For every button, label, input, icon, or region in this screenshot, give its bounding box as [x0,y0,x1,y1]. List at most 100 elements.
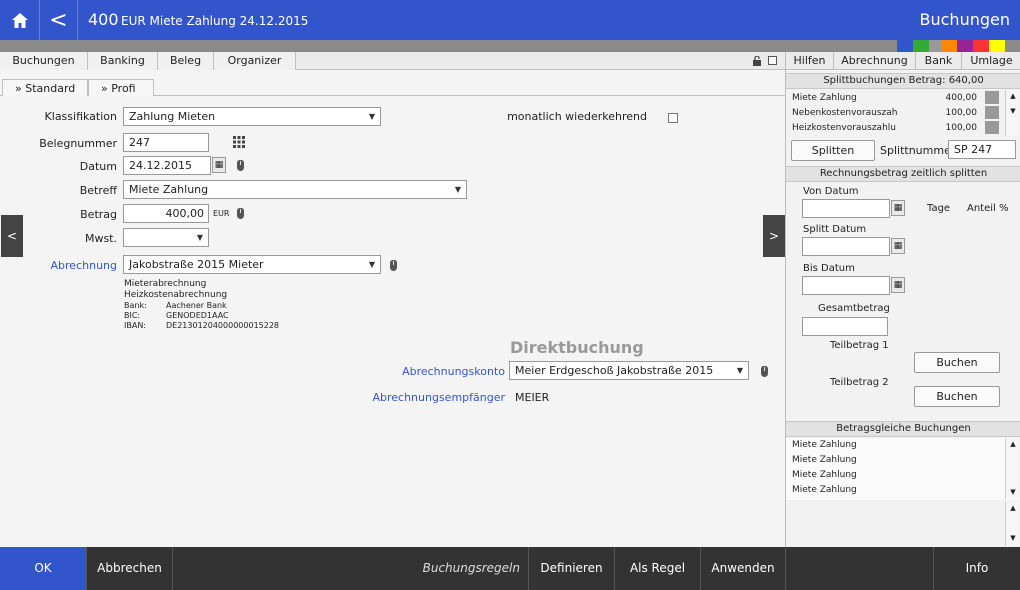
betreff-combobox[interactable]: Miete Zahlung ▼ [123,180,467,199]
calendar-icon[interactable]: ▦ [891,200,905,216]
split-row-amount: 100,00 [945,108,978,118]
gesamtbetrag-input[interactable] [802,317,888,336]
betrag-currency: EUR [213,209,230,218]
color-swatch-orange[interactable] [941,40,957,52]
chevron-down-icon: ▼ [736,366,744,375]
calendar-icon[interactable]: ▦ [891,277,905,293]
chevron-down-icon: ▼ [368,260,376,269]
list-item[interactable]: Miete Zahlung [792,438,857,453]
split-row[interactable]: Miete Zahlung 400,00 [792,91,977,105]
side-tabs: Hilfen Abrechnung Bank Umlage [786,52,1020,70]
split-scrollbar[interactable]: ▲ ▼ [1005,90,1019,136]
als-regel-button[interactable]: Als Regel [615,547,701,590]
abrechnung-link[interactable]: Abrechnung [10,259,117,272]
subtab-profi[interactable]: » Profi [88,79,154,96]
scroll-up-icon[interactable]: ▲ [1006,502,1020,515]
tage-label: Tage [927,203,951,214]
scroll-down-icon[interactable]: ▼ [1006,105,1020,118]
teilbetrag-2-label: Teilbetrag 2 [830,377,889,388]
subtab-standard[interactable]: » Standard [2,79,88,96]
lower-scrollbar[interactable]: ▲ ▼ [1005,502,1019,546]
buchen-1-button[interactable]: Buchen [914,352,1000,373]
info-button[interactable]: Info [934,547,1020,590]
split-row-color[interactable] [985,121,999,134]
tab-buchungen[interactable]: Buchungen [0,52,88,70]
ok-button[interactable]: OK [0,547,87,590]
betragsgleiche-list: Miete Zahlung Miete Zahlung Miete Zahlun… [786,438,1006,500]
tab-beleg[interactable]: Beleg [158,52,214,70]
prev-record-button[interactable]: < [1,215,23,257]
split-row-color[interactable] [985,91,999,104]
tab-bank[interactable]: Bank [916,52,962,70]
tab-abrechnung[interactable]: Abrechnung [834,52,916,70]
split-row[interactable]: Heizkostenvorauszahlu 100,00 [792,121,977,135]
back-button[interactable]: < [40,0,78,40]
anwenden-button[interactable]: Anwenden [701,547,786,590]
splitten-button[interactable]: Splitten [791,140,875,161]
app-header: < 400 EUR Miete Zahlung 24.12.2015 Buchu… [0,0,1020,40]
calendar-icon[interactable]: ▦ [891,238,905,254]
mwst-select[interactable]: ▼ [123,228,209,247]
mouse-icon[interactable] [390,260,397,271]
grid-icon[interactable] [233,136,245,148]
split-row[interactable]: Nebenkostenvorauszah 100,00 [792,106,977,120]
buchen-2-button[interactable]: Buchen [914,386,1000,407]
color-filter-bar [0,40,1020,52]
list-item[interactable]: Miete Zahlung [792,453,857,468]
belegnummer-input[interactable]: 247 [123,133,209,152]
monatlich-checkbox[interactable] [668,113,678,123]
chevron-down-icon: ▼ [454,185,462,194]
split-row-color[interactable] [985,106,999,119]
mouse-icon[interactable] [237,208,244,219]
chevron-down-icon: ▼ [368,112,376,121]
betragsgleiche-scrollbar[interactable]: ▲ ▼ [1005,438,1019,500]
window-checkbox-icon[interactable] [768,56,777,65]
scroll-down-icon[interactable]: ▼ [1006,532,1020,545]
tab-organizer[interactable]: Organizer [214,52,296,70]
color-swatch-red[interactable] [973,40,989,52]
split-row-name: Nebenkostenvorauszah [792,108,898,118]
color-swatch-purple[interactable] [957,40,973,52]
next-record-button[interactable]: > [763,215,785,257]
unlock-icon[interactable] [753,56,762,66]
scroll-up-icon[interactable]: ▲ [1006,90,1020,103]
zeitlich-splitten-header: Rechnungsbetrag zeitlich splitten [786,166,1020,182]
scroll-down-icon[interactable]: ▼ [1006,486,1020,499]
bank-label: Bank: [124,301,147,310]
home-button[interactable] [0,0,40,40]
list-item[interactable]: Miete Zahlung [792,468,857,483]
calendar-icon[interactable]: ▦ [212,157,226,173]
mouse-icon[interactable] [237,160,244,171]
abrechnung-select[interactable]: Jakobstraße 2015 Mieter ▼ [123,255,381,274]
tab-banking[interactable]: Banking [88,52,158,70]
abrechnungsempfaenger-link[interactable]: Abrechnungsempfänger [300,391,505,404]
von-datum-input[interactable] [802,199,890,218]
betrag-input[interactable]: 400,00 [123,204,209,223]
teilbetrag-1-label: Teilbetrag 1 [830,340,889,351]
color-swatch-blue[interactable] [897,40,913,52]
abrechnungskonto-value: Meier Erdgeschoß Jakobstraße 2015 [515,364,714,377]
bis-datum-input[interactable] [802,276,890,295]
tab-umlage[interactable]: Umlage [962,52,1020,70]
color-swatch-yellow[interactable] [989,40,1005,52]
split-row-name: Heizkostenvorauszahlu [792,123,896,133]
splittnummer-input[interactable]: SP 247 [948,140,1016,159]
splitt-datum-input[interactable] [802,237,890,256]
list-item[interactable]: Miete Zahlung [792,483,857,498]
abrechnungskonto-link[interactable]: Abrechnungskonto [300,365,505,378]
datum-input[interactable]: 24.12.2015 [123,156,211,175]
betreff-label: Betreff [79,184,117,197]
tab-hilfen[interactable]: Hilfen [786,52,834,70]
abrechnungskonto-select[interactable]: Meier Erdgeschoß Jakobstraße 2015 ▼ [509,361,749,380]
datum-label: Datum [79,160,117,173]
bic-value: GENODED1AAC [166,311,229,320]
von-datum-label: Von Datum [803,186,859,197]
bank-value: Aachener Bank [166,301,227,310]
buchungsregeln-label: Buchungsregeln [173,547,529,590]
abbrechen-button[interactable]: Abbrechen [87,547,173,590]
color-swatch-green[interactable] [913,40,929,52]
definieren-button[interactable]: Definieren [529,547,615,590]
klassifikation-select[interactable]: Zahlung Mieten ▼ [123,107,381,126]
mouse-icon[interactable] [761,366,768,377]
scroll-up-icon[interactable]: ▲ [1006,438,1020,451]
